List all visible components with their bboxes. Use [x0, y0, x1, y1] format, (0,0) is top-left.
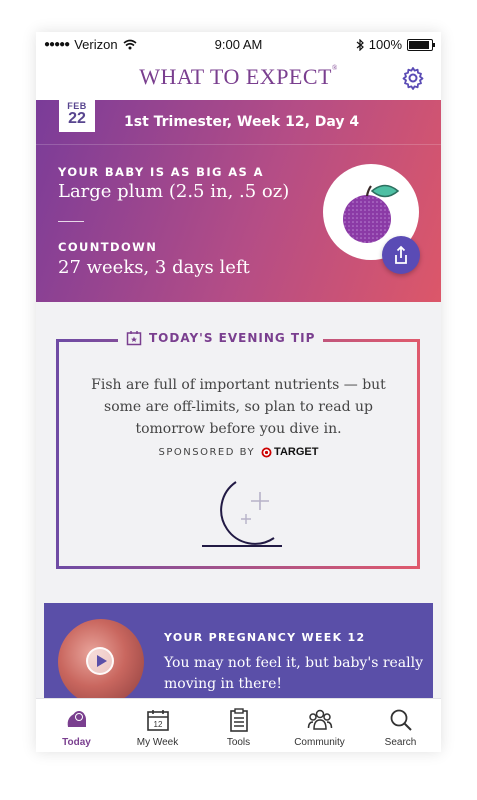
calendar-week-number: 12	[154, 720, 163, 729]
countdown-label: COUNTDOWN	[58, 240, 158, 254]
app-bar: WHAT TO EXPECT®	[36, 56, 441, 100]
tab-search-label: Search	[384, 737, 417, 748]
baby-size-value: Large plum (2.5 in, .5 oz)	[58, 181, 290, 202]
evening-tip-header: TODAY'S EVENING TIP	[118, 330, 324, 346]
search-icon	[390, 709, 412, 731]
battery-percent: 100%	[368, 37, 402, 52]
evening-tip-title: TODAY'S EVENING TIP	[149, 331, 316, 345]
baby-size-label: YOUR BABY IS AS BIG AS A	[58, 165, 264, 179]
hero-header: FEB 22 1st Trimester, Week 12, Day 4	[36, 96, 441, 145]
battery-icon	[407, 38, 435, 51]
tab-today-label: Today	[62, 737, 91, 748]
trimester-label: 1st Trimester, Week 12, Day 4	[124, 114, 360, 130]
logo-text: WHAT TO EXPECT	[139, 64, 332, 89]
calendar-week-icon: 12	[147, 710, 169, 731]
target-logo: TARGET	[261, 446, 318, 458]
sponsored-by-label: SPONSORED BY	[158, 446, 256, 458]
target-bullseye-icon	[261, 447, 272, 457]
status-bar: ●●●●● Verizon 9:00 AM 100%	[36, 32, 441, 56]
community-people-icon	[307, 709, 333, 730]
date-day: 22	[68, 110, 86, 127]
pregnancy-week-text: You may not feel it, but baby's really m…	[164, 655, 424, 692]
app-logo: WHAT TO EXPECT®	[36, 64, 441, 90]
clipboard-icon	[230, 708, 248, 732]
tab-my-week-label: My Week	[136, 737, 179, 748]
tab-search[interactable]: Search	[360, 699, 441, 752]
share-icon	[395, 245, 407, 264]
baby-size-hero: FEB 22 1st Trimester, Week 12, Day 4 YOU…	[36, 96, 441, 302]
tab-community[interactable]: Community	[279, 699, 360, 752]
tab-community-label: Community	[294, 737, 345, 748]
evening-tip-text: Fish are full of important nutrients — b…	[91, 377, 386, 437]
calendar-star-icon	[126, 331, 142, 346]
today-baby-icon	[67, 711, 86, 727]
tab-my-week[interactable]: 12 My Week	[117, 699, 198, 752]
sponsor-name: TARGET	[274, 446, 319, 458]
trademark-mark: ®	[331, 64, 338, 72]
tab-tools[interactable]: Tools	[198, 699, 279, 752]
pregnancy-week-label: YOUR PREGNANCY WEEK 12	[164, 631, 366, 644]
hero-divider	[58, 221, 84, 222]
bluetooth-icon	[356, 38, 364, 51]
sponsor-line: SPONSORED BY TARGET	[36, 446, 441, 458]
date-calendar-badge: FEB 22	[59, 96, 95, 132]
week-video-thumbnail[interactable]	[58, 619, 144, 703]
tab-today[interactable]: Today	[36, 699, 117, 752]
countdown-value: 27 weeks, 3 days left	[58, 257, 250, 278]
bottom-tab-bar: Today 12 My Week Tools Community Search	[36, 698, 441, 752]
play-button-icon[interactable]	[86, 647, 114, 675]
phone-screen: ●●●●● Verizon 9:00 AM 100% WHAT TO EXPEC…	[36, 32, 441, 752]
tab-tools-label: Tools	[226, 737, 251, 748]
pregnancy-week-card[interactable]: YOUR PREGNANCY WEEK 12 You may not feel …	[44, 603, 433, 703]
moon-stars-icon	[202, 481, 282, 547]
settings-gear-icon[interactable]	[401, 66, 425, 90]
share-button[interactable]	[382, 236, 420, 274]
status-right: 100%	[356, 37, 435, 52]
